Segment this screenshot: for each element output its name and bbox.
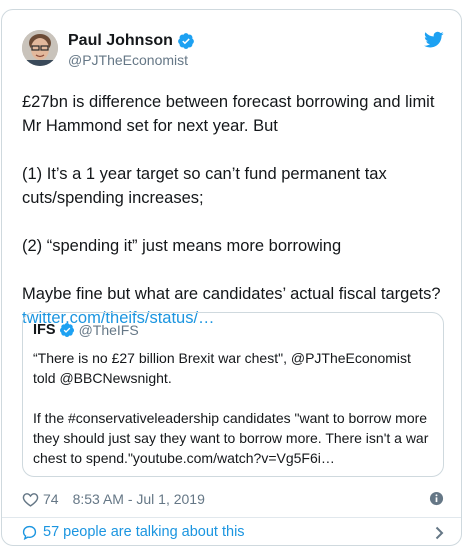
tweet-timestamp[interactable]: 8:53 AM - Jul 1, 2019	[73, 491, 205, 507]
author-names: Paul Johnson @PJTheEconomist	[68, 31, 195, 69]
tweet-paragraph: (1) It’s a 1 year target so can’t fund p…	[22, 165, 387, 207]
avatar[interactable]	[22, 30, 58, 66]
verified-badge-icon	[59, 322, 75, 338]
twitter-bird-icon[interactable]	[424, 31, 444, 49]
talking-count-text[interactable]: 57 people are talking about this	[43, 524, 245, 540]
quoted-body: “There is no £27 billion Brexit war ches…	[33, 348, 437, 468]
tweet-paragraph: £27bn is difference between forecast bor…	[22, 93, 435, 135]
tweet-paragraph: Maybe fine but what are candidates’ actu…	[22, 285, 441, 303]
quoted-author-handle: @TheIFS	[78, 322, 139, 338]
quoted-paragraph: If the #conservativeleadership candidate…	[33, 410, 429, 466]
author-handle[interactable]: @PJTheEconomist	[68, 51, 195, 69]
quoted-tweet[interactable]: IFS @TheIFS “There is no £27 billion Bre…	[22, 312, 444, 477]
quoted-author-name: IFS	[33, 322, 56, 338]
like-count[interactable]: 74	[43, 491, 59, 507]
speech-bubble-icon	[22, 525, 37, 540]
heart-icon[interactable]	[22, 492, 39, 507]
tweet-paragraph: (2) “spending it” just means more borrow…	[22, 237, 342, 255]
info-icon[interactable]	[429, 491, 444, 506]
tweet-header: Paul Johnson @PJTheEconomist	[22, 30, 444, 72]
tweet-body: £27bn is difference between forecast bor…	[22, 90, 442, 330]
conversation-link[interactable]: 57 people are talking about this	[22, 518, 444, 546]
author-name[interactable]: Paul Johnson	[68, 31, 173, 51]
quoted-header: IFS @TheIFS	[33, 322, 139, 338]
tweet-card: Paul Johnson @PJTheEconomist £27bn is di…	[1, 9, 462, 546]
tweet-meta: 74 8:53 AM - Jul 1, 2019	[22, 489, 444, 509]
quoted-paragraph: “There is no £27 billion Brexit war ches…	[33, 350, 411, 386]
chevron-right-icon[interactable]	[435, 526, 444, 540]
verified-badge-icon	[177, 32, 195, 50]
